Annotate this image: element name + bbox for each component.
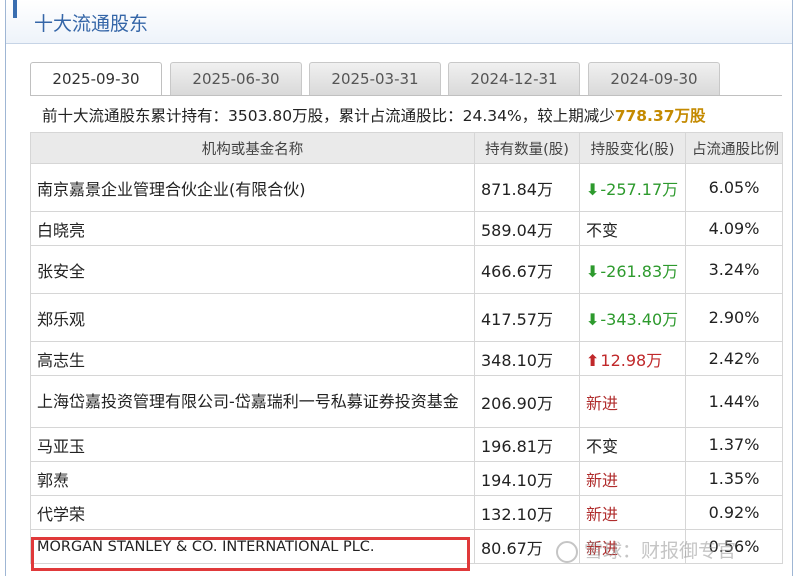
change-value: -261.83万 [600,261,679,281]
holding-change: ⬆12.98万 [579,341,686,376]
table-row: 代学荣 132.10万 新进 0.92% [30,495,783,530]
float-share-pct: 2.42% [685,341,783,376]
summary-decrease: 778.37万股 [614,107,706,125]
header-qty: 持有数量(股) [474,132,580,164]
holding-change: ⬇-343.40万 [579,293,686,342]
holding-change: 不变 [579,427,686,462]
holding-quantity: 871.84万 [474,163,580,212]
float-share-pct: 0.56% [685,529,783,564]
float-share-pct: 6.05% [685,163,783,212]
header-pct: 占流通股比例 [685,132,783,164]
summary-text: 前十大流通股东累计持有：3503.80万股，累计占流通股比：24.34%，较上期… [42,107,615,125]
holding-change: 新进 [579,375,686,428]
header-name: 机构或基金名称 [30,132,475,164]
tab-2025-09-30[interactable]: 2025-09-30 [30,62,162,96]
tab-divider [30,95,782,96]
table-row: 郭焘 194.10万 新进 1.35% [30,461,783,496]
float-share-pct: 2.90% [685,293,783,342]
holding-quantity: 466.67万 [474,245,580,294]
tab-2024-12-31[interactable]: 2024-12-31 [448,62,580,95]
table-row: 南京嘉景企业管理合伙企业(有限合伙) 871.84万 ⬇-257.17万 6.05% [30,163,783,212]
holder-name[interactable]: 高志生 [30,341,475,376]
holder-name[interactable]: 代学荣 [30,495,475,530]
holding-change: ⬇-257.17万 [579,163,686,212]
holding-quantity: 206.90万 [474,375,580,428]
table-row: 郑乐观 417.57万 ⬇-343.40万 2.90% [30,293,783,342]
header-change: 持股变化(股) [579,132,686,164]
holding-quantity: 589.04万 [474,211,580,246]
table-row: 张安全 466.67万 ⬇-261.83万 3.24% [30,245,783,294]
holding-change: 新进 [579,529,686,564]
change-value: 12.98万 [600,350,663,370]
holder-name[interactable]: 南京嘉景企业管理合伙企业(有限合伙) [30,163,475,212]
table-row: 上海岱嘉投资管理有限公司-岱嘉瑞利一号私募证券投资基金 206.90万 新进 1.44… [30,375,783,428]
float-share-pct: 1.44% [685,375,783,428]
holder-name[interactable]: 郭焘 [30,461,475,496]
tab-2025-03-31[interactable]: 2025-03-31 [309,62,441,95]
shareholder-table: 机构或基金名称 持有数量(股) 持股变化(股) 占流通股比例 南京嘉景企业管理合… [30,132,783,564]
change-value: 不变 [586,436,619,456]
holding-quantity: 132.10万 [474,495,580,530]
change-value: 新进 [586,393,619,413]
change-value: -257.17万 [600,179,679,199]
change-value: 不变 [586,220,619,240]
holding-quantity: 348.10万 [474,341,580,376]
summary-line: 前十大流通股东累计持有：3503.80万股，累计占流通股比：24.34%，较上期… [42,104,706,126]
holding-quantity: 80.67万 [474,529,580,564]
holding-quantity: 196.81万 [474,427,580,462]
holding-change: 不变 [579,211,686,246]
float-share-pct: 0.92% [685,495,783,530]
holding-change: ⬇-261.83万 [579,245,686,294]
table-row: 高志生 348.10万 ⬆12.98万 2.42% [30,341,783,376]
holder-name[interactable]: 张安全 [30,245,475,294]
table-row: MORGAN STANLEY & CO. INTERNATIONAL PLC. 8… [30,529,783,564]
arrow-down-icon: ⬇ [586,179,600,199]
arrow-down-icon: ⬇ [586,309,600,329]
holder-name[interactable]: 马亚玉 [30,427,475,462]
tab-2025-06-30[interactable]: 2025-06-30 [170,62,302,95]
holder-name[interactable]: 白晓亮 [30,211,475,246]
table-header-row: 机构或基金名称 持有数量(股) 持股变化(股) 占流通股比例 [30,132,783,164]
holder-name[interactable]: 上海岱嘉投资管理有限公司-岱嘉瑞利一号私募证券投资基金 [30,375,475,428]
float-share-pct: 1.35% [685,461,783,496]
section-title: 十大流通股东 [34,13,149,35]
change-value: 新进 [586,538,619,558]
holding-change: 新进 [579,461,686,496]
arrow-up-icon: ⬆ [586,350,600,370]
table-row: 白晓亮 589.04万 不变 4.09% [30,211,783,246]
change-value: 新进 [586,504,619,524]
float-share-pct: 1.37% [685,427,783,462]
holding-change: 新进 [579,495,686,530]
change-value: 新进 [586,470,619,490]
tab-2024-09-30[interactable]: 2024-09-30 [588,62,720,95]
arrow-down-icon: ⬇ [586,261,600,281]
change-value: -343.40万 [600,309,679,329]
holding-quantity: 417.57万 [474,293,580,342]
table-row: 马亚玉 196.81万 不变 1.37% [30,427,783,462]
float-share-pct: 4.09% [685,211,783,246]
holding-quantity: 194.10万 [474,461,580,496]
float-share-pct: 3.24% [685,245,783,294]
holder-name[interactable]: 郑乐观 [30,293,475,342]
table-body: 南京嘉景企业管理合伙企业(有限合伙) 871.84万 ⬇-257.17万 6.05% 白… [30,163,783,564]
holder-name[interactable]: MORGAN STANLEY & CO. INTERNATIONAL PLC. [30,529,475,564]
